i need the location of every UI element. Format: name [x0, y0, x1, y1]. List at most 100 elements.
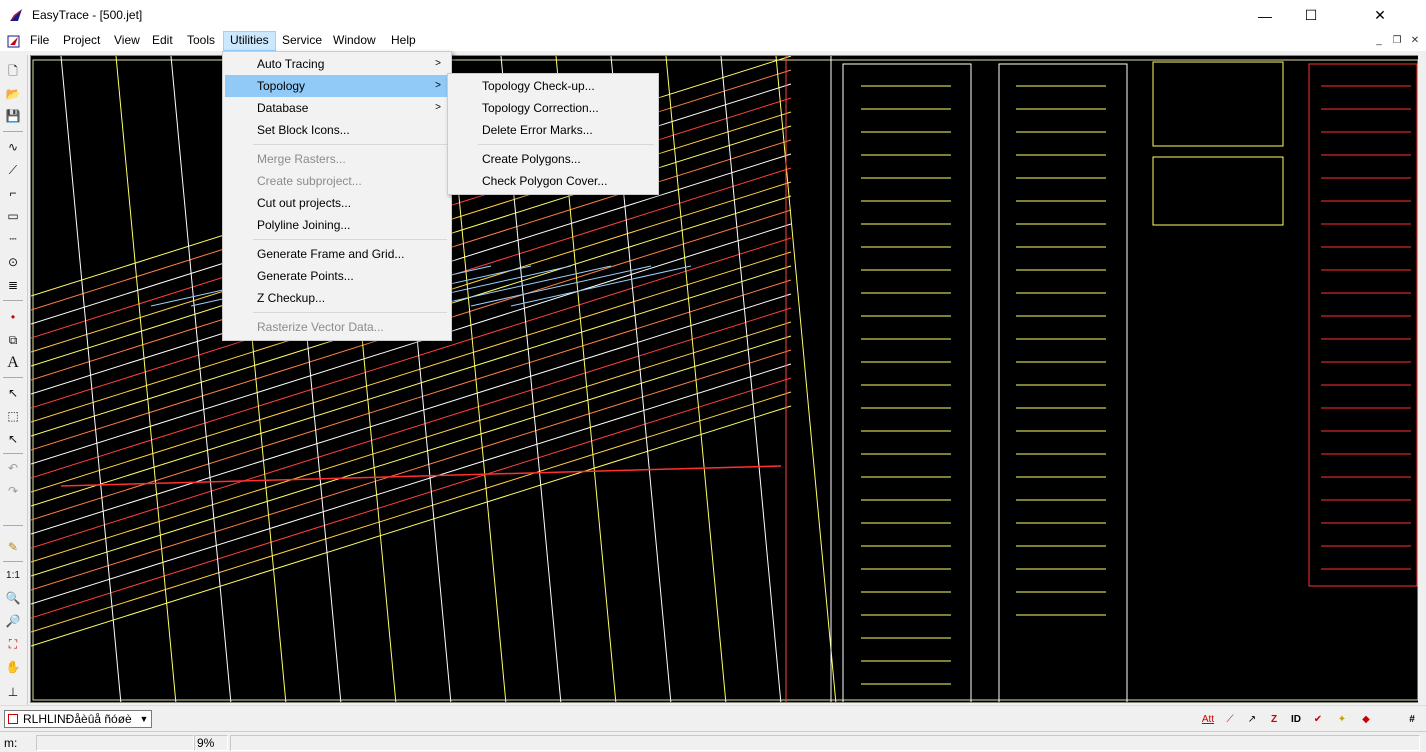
fill-icon[interactable]: ◆ [1356, 710, 1376, 728]
menu-item-delete-error-marks[interactable]: Delete Error Marks... [450, 119, 656, 141]
left-toolbar: 🗋 📂 💾 ∿ ⟋ ⌐ ▭ ┄ ⊙ ≣ • ⧉ A ↖ ⬚ ↖ ↶ ↷ ✎ 1:… [0, 55, 28, 705]
menu-window[interactable]: Window [327, 31, 382, 51]
menu-item-merge-rasters: Merge Rasters... [257, 152, 346, 166]
window-title: EasyTrace - [500.jet] [32, 8, 143, 22]
minimize-icon: — [1258, 7, 1272, 24]
chevron-down-icon: ▼ [139, 714, 149, 724]
layer-name: RLHLINÐåèûå ñóøè [23, 712, 132, 726]
snap-line-icon[interactable]: ⟋ [1220, 710, 1240, 728]
layer-color-swatch [8, 714, 18, 724]
menu-item-generate-frame-grid[interactable]: Generate Frame and Grid... [225, 243, 449, 265]
maximize-button[interactable]: ☐ [1288, 0, 1334, 31]
status-bar: m: 9% [0, 731, 1426, 752]
document-icon[interactable] [6, 33, 22, 49]
attribute-icon[interactable]: Att [1198, 710, 1218, 728]
dashed-line-icon[interactable]: ┄ [3, 229, 23, 249]
select-area-icon[interactable]: ⬚ [3, 406, 23, 426]
toolbar-separator [3, 377, 23, 378]
mdi-restore-button[interactable]: ❐ [1390, 34, 1404, 48]
arrow-tool-icon[interactable]: ↗ [1242, 710, 1262, 728]
menu-item-auto-tracing[interactable]: Auto Tracing > [225, 53, 449, 75]
toolbar-separator [3, 561, 23, 562]
menu-item-rasterize-vector: Rasterize Vector Data... [257, 320, 384, 334]
menu-item-z-checkup[interactable]: Z Checkup... [225, 287, 449, 309]
point-tool-icon[interactable]: • [3, 307, 23, 327]
zoom-in-icon[interactable]: 🔍 [3, 588, 23, 608]
undo-icon[interactable]: ↶ [3, 458, 23, 478]
rectangle-tool-icon[interactable]: ▭ [3, 206, 23, 226]
new-project-icon[interactable]: 🗋 [3, 62, 23, 82]
menu-edit[interactable]: Edit [146, 31, 179, 51]
pan-hand-icon[interactable]: ✋ [3, 657, 23, 677]
magic-wand-icon[interactable]: ✦ [1332, 710, 1352, 728]
circle-tool-icon[interactable]: ⊙ [3, 252, 23, 272]
menu-item-topology-correction[interactable]: Topology Correction... [450, 97, 656, 119]
open-project-icon[interactable]: 📂 [3, 84, 23, 104]
toolbar-separator [3, 525, 23, 526]
menu-item-create-polygons[interactable]: Create Polygons... [450, 148, 656, 170]
menu-item-cut-out-projects[interactable]: Cut out projects... [225, 192, 449, 214]
close-button[interactable]: ✕ [1334, 0, 1426, 31]
menu-item-polyline-joining[interactable]: Polyline Joining... [225, 214, 449, 236]
mdi-minimize-button[interactable]: _ [1372, 34, 1386, 48]
coordinate-readout [36, 735, 194, 751]
menu-utilities[interactable]: Utilities [223, 31, 276, 51]
check-icon[interactable]: ✔ [1308, 710, 1328, 728]
title-bar: EasyTrace - [500.jet] — ☐ ✕ [0, 0, 1426, 31]
menu-view[interactable]: View [108, 31, 146, 51]
hatch-tool-icon[interactable]: ≣ [3, 275, 23, 295]
close-icon: ✕ [1374, 7, 1386, 23]
coordinate-label: m: [4, 736, 18, 750]
menu-item-topology-checkup[interactable]: Topology Check-up... [450, 75, 656, 97]
menu-project[interactable]: Project [57, 31, 106, 51]
block-tool-icon[interactable]: ⧉ [3, 330, 23, 350]
menu-item-create-subproject: Create subproject... [257, 174, 362, 188]
topology-submenu: Topology Check-up... Topology Correction… [447, 73, 659, 195]
toolbar-separator [3, 300, 23, 301]
vertical-scrollbar[interactable] [1418, 55, 1426, 703]
zoom-out-icon[interactable]: 🔎 [3, 611, 23, 631]
menu-item-label: Auto Tracing [257, 57, 325, 71]
menu-item-label: Database [257, 101, 309, 115]
menu-tools[interactable]: Tools [181, 31, 221, 51]
pipe-line [510, 265, 692, 307]
zoom-level: 9% [194, 735, 228, 751]
redo-icon[interactable]: ↷ [3, 481, 23, 501]
menu-item-label: Topology [257, 79, 306, 93]
legend-column [842, 63, 972, 702]
grid-icon[interactable]: # [1402, 710, 1422, 728]
polyline-tool-icon[interactable]: ⟋ [3, 160, 23, 180]
select-node-icon[interactable]: ↖ [3, 429, 23, 449]
minimize-button[interactable]: — [1242, 0, 1288, 31]
menu-bar: File Project View Edit Tools Utilities S… [0, 31, 1426, 51]
id-icon[interactable]: ID [1286, 710, 1306, 728]
submenu-arrow-icon: > [435, 58, 441, 69]
menu-item-topology[interactable]: Topology > [225, 75, 449, 97]
menu-item-generate-points[interactable]: Generate Points... [225, 265, 449, 287]
menu-item-check-polygon-cover[interactable]: Check Polygon Cover... [450, 170, 656, 192]
zoom-extents-icon[interactable]: ⛶ [3, 634, 23, 654]
menu-service[interactable]: Service [276, 31, 328, 51]
measure-icon[interactable]: ⊥ [3, 682, 23, 702]
save-icon[interactable]: 💾 [3, 106, 23, 126]
menu-separator [253, 144, 447, 145]
toolbar-separator [3, 131, 23, 132]
menu-item-set-block-icons[interactable]: Set Block Icons... [225, 119, 449, 141]
menu-separator [478, 144, 654, 145]
maximize-icon: ☐ [1304, 7, 1318, 23]
curve-tool-icon[interactable]: ∿ [3, 137, 23, 157]
zoom-1-1-icon[interactable]: 1:1 [3, 565, 23, 585]
pencil-icon[interactable]: ✎ [3, 537, 23, 557]
mdi-close-button[interactable]: ✕ [1408, 34, 1422, 48]
orthogonal-line-icon[interactable]: ⌐ [3, 183, 23, 203]
layer-dropdown[interactable]: RLHLINÐåèûå ñóøè ▼ [4, 710, 152, 728]
z-value-icon[interactable]: Z [1264, 710, 1284, 728]
text-tool-icon[interactable]: A [3, 353, 23, 373]
pipe-line [470, 265, 652, 307]
utilities-menu: Auto Tracing > Topology > Database > Set Bl… [222, 51, 452, 341]
submenu-arrow-icon: > [435, 80, 441, 91]
menu-help[interactable]: Help [385, 31, 422, 51]
select-arrow-icon[interactable]: ↖ [3, 383, 23, 403]
menu-item-database[interactable]: Database > [225, 97, 449, 119]
menu-file[interactable]: File [24, 31, 55, 51]
